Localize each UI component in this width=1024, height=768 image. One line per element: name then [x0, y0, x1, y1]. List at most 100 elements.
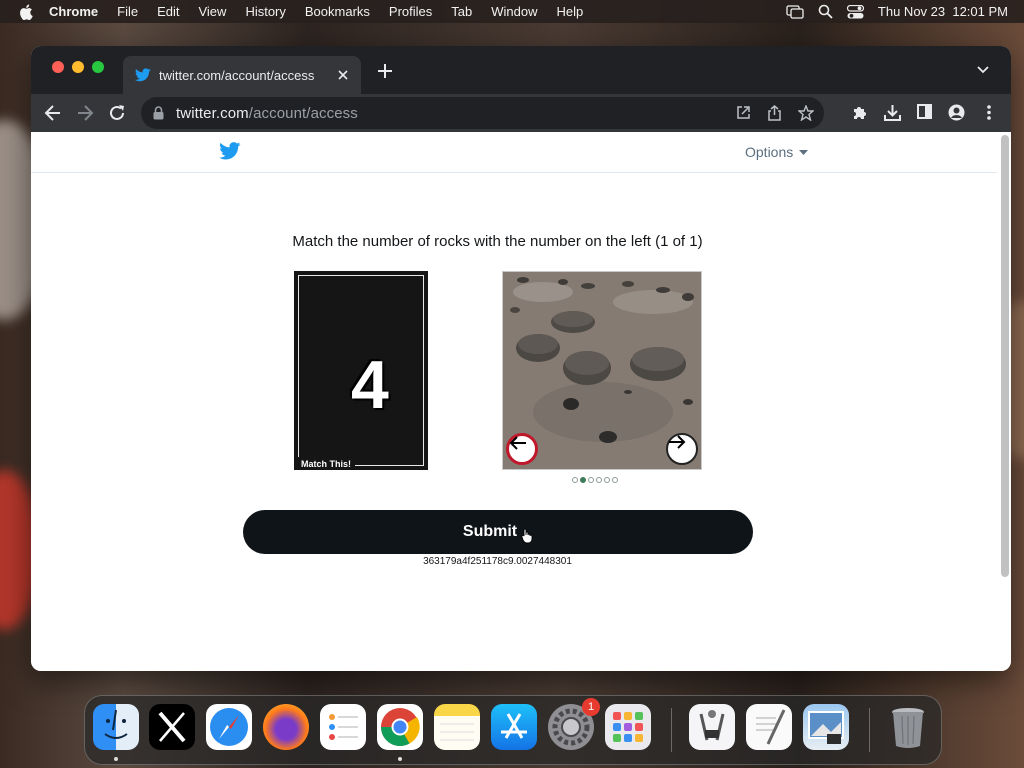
captcha-instruction: Match the number of rocks with the numbe…	[292, 233, 703, 250]
share-icon[interactable]	[767, 105, 782, 121]
notification-badge: 1	[582, 698, 600, 716]
download-icon[interactable]	[884, 104, 901, 121]
twitter-logo-icon[interactable]	[219, 142, 241, 160]
dock-app-store-icon[interactable]	[491, 704, 537, 750]
close-tab-icon[interactable]	[335, 67, 351, 83]
vertical-scrollbar[interactable]	[1001, 135, 1009, 577]
submit-label: Submit	[462, 523, 518, 540]
profile-avatar-icon[interactable]	[948, 104, 965, 121]
lock-icon[interactable]	[153, 106, 164, 120]
dock-reminders-icon[interactable]	[320, 704, 366, 750]
url-host: twitter.com	[176, 104, 249, 122]
reload-icon[interactable]	[108, 104, 126, 122]
minimize-window-button[interactable]	[72, 61, 84, 73]
caret-down-icon	[799, 149, 809, 155]
next-image-button[interactable]	[666, 433, 698, 465]
rock-image	[502, 271, 702, 470]
tab-title: twitter.com/account/access	[159, 67, 315, 83]
browser-window: twitter.com/account/access twitter.com/a…	[31, 46, 1011, 671]
menu-edit[interactable]: Edit	[157, 4, 179, 19]
side-panel-icon[interactable]	[917, 104, 932, 119]
tab-search-chevron-icon[interactable]	[977, 66, 989, 74]
menu-app-name[interactable]: Chrome	[49, 4, 98, 19]
dock-chrome-icon[interactable]	[377, 704, 423, 750]
match-number: 4	[351, 347, 389, 423]
dock-notes-icon[interactable]	[434, 704, 480, 750]
extensions-puzzle-icon[interactable]	[852, 104, 869, 121]
chrome-running-indicator	[398, 757, 402, 761]
dock-textedit-icon[interactable]	[746, 704, 792, 750]
notes-lines-icon	[440, 723, 474, 741]
pagination-dot[interactable]	[604, 477, 610, 483]
back-arrow-icon[interactable]	[44, 104, 62, 122]
site-header: Options	[31, 132, 997, 173]
screen-mirroring-icon[interactable]	[786, 4, 804, 19]
menu-history[interactable]: History	[245, 4, 285, 19]
dock-preview-icon[interactable]	[803, 704, 849, 750]
pagination-dot[interactable]	[572, 477, 578, 483]
url-path: /account/access	[248, 104, 358, 122]
trash-can-icon	[892, 708, 924, 748]
menu-file[interactable]: File	[117, 4, 138, 19]
match-target-card: 4 Match This!	[294, 271, 428, 470]
tab-strip: twitter.com/account/access	[31, 46, 1011, 94]
finder-running-indicator	[114, 757, 118, 761]
previous-image-button[interactable]	[506, 433, 538, 465]
pagination-dot[interactable]	[612, 477, 618, 483]
address-bar[interactable]: twitter.com/account/access	[141, 97, 824, 129]
dock-system-settings-icon[interactable]: 1	[548, 698, 600, 750]
dock-digital-color-meter-icon[interactable]	[689, 704, 735, 750]
search-icon[interactable]	[818, 4, 833, 19]
pagination-dot[interactable]	[580, 477, 586, 483]
reminders-list-icon	[329, 714, 358, 740]
left-arrow-icon	[509, 436, 526, 450]
launchpad-grid-icon	[613, 712, 643, 742]
menu-bar: Chrome File Edit View History Bookmarks …	[0, 0, 1024, 23]
forward-arrow-icon[interactable]	[76, 104, 94, 122]
image-pagination-dots	[572, 477, 618, 483]
x-logo-icon	[158, 711, 186, 743]
bookmark-star-icon[interactable]	[798, 105, 814, 121]
menu-clock[interactable]: Thu Nov 23 12:01 PM	[878, 4, 1008, 19]
dock-finder-icon[interactable]	[93, 704, 139, 750]
pagination-dot[interactable]	[596, 477, 602, 483]
dock-separator	[671, 708, 672, 752]
chrome-logo-icon	[380, 708, 420, 747]
pagination-dot[interactable]	[588, 477, 594, 483]
submit-button[interactable]: Submit	[243, 510, 753, 554]
maximize-window-button[interactable]	[92, 61, 104, 73]
menu-help[interactable]: Help	[557, 4, 584, 19]
dock-trash-icon[interactable]	[885, 704, 931, 750]
menu-bookmarks[interactable]: Bookmarks	[305, 4, 370, 19]
control-center-icon[interactable]	[846, 4, 864, 19]
open-in-app-icon[interactable]	[736, 105, 751, 120]
url-text: twitter.com/account/access	[176, 105, 358, 122]
app-store-a-icon	[501, 713, 527, 739]
dock-separator	[869, 708, 870, 752]
close-window-button[interactable]	[52, 61, 64, 73]
dock-launchpad-icon[interactable]	[605, 704, 651, 750]
browser-toolbar: twitter.com/account/access	[31, 94, 1011, 132]
dock: 1	[84, 695, 942, 765]
menu-profiles[interactable]: Profiles	[389, 4, 432, 19]
match-caption: Match This!	[298, 457, 356, 470]
options-dropdown[interactable]: Options	[745, 144, 809, 160]
dock-safari-icon[interactable]	[206, 704, 252, 750]
session-id-text: 363179a4f251178c9.0027448301	[423, 556, 572, 567]
browser-tab[interactable]: twitter.com/account/access	[123, 56, 361, 94]
page-viewport: Options Match the number of rocks with t…	[31, 132, 1011, 671]
twitter-favicon-icon	[135, 68, 151, 82]
apple-icon[interactable]	[19, 3, 33, 20]
textedit-pen-icon	[756, 709, 786, 745]
hand-cursor-icon	[521, 528, 533, 544]
dock-firefox-icon[interactable]	[263, 704, 309, 750]
more-menu-icon[interactable]	[986, 104, 992, 121]
safari-compass-icon	[210, 708, 248, 746]
right-arrow-icon	[669, 435, 686, 449]
finder-face-icon	[104, 709, 128, 739]
new-tab-icon[interactable]	[377, 63, 393, 79]
menu-view[interactable]: View	[198, 4, 226, 19]
dock-x-icon[interactable]	[149, 704, 195, 750]
menu-window[interactable]: Window	[491, 4, 537, 19]
menu-tab[interactable]: Tab	[451, 4, 472, 19]
